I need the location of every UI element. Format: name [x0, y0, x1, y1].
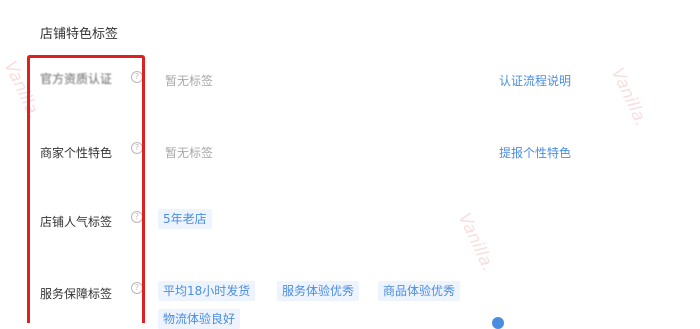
tag-service-experience: 服务体验优秀 [277, 281, 360, 301]
section-title: 店铺特色标签 [40, 27, 119, 42]
watermark: Vanilla. [453, 210, 499, 275]
certification-process-link[interactable]: 认证流程说明 [499, 72, 571, 89]
tag-logistics-experience: 物流体验良好 [158, 309, 241, 329]
submit-features-link[interactable]: 提报个性特色 [499, 144, 571, 161]
empty-tags-text: 暂无标签 [165, 146, 214, 160]
tag-shipping: 平均18小时发货 [158, 281, 256, 301]
tag-store-age: 5年老店 [158, 209, 212, 229]
empty-tags-text: 暂无标签 [165, 74, 214, 88]
watermark: Vanilla. [606, 65, 652, 130]
scroll-indicator-icon[interactable] [492, 317, 504, 329]
tag-product-experience: 商品体验优秀 [378, 281, 461, 301]
red-highlight-annotation [27, 55, 145, 323]
